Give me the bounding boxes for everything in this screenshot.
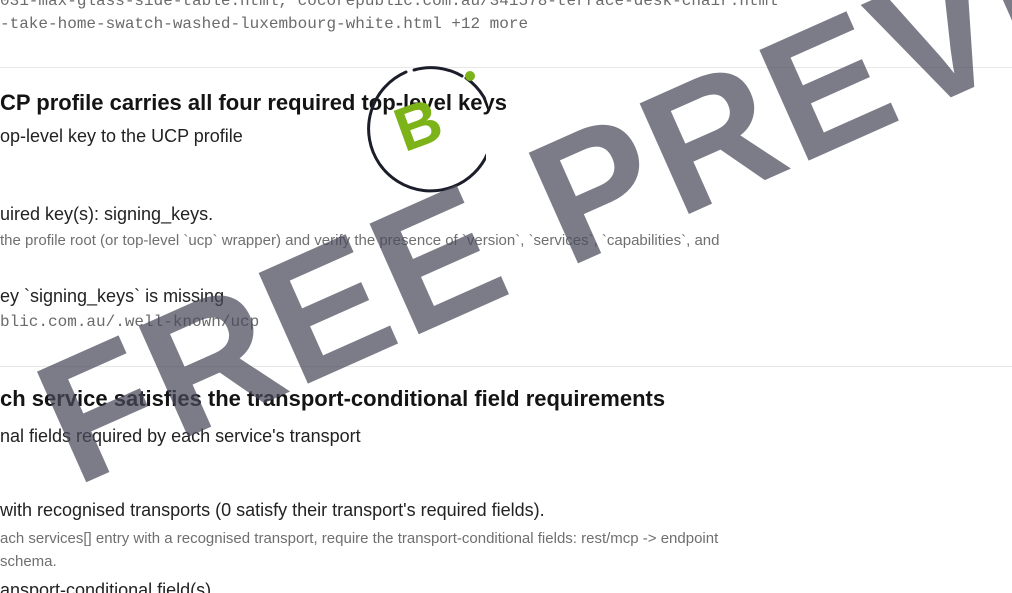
check-subtitle: op-level key to the UCP profile xyxy=(0,126,243,146)
check-method: ach services[] entry with a recognised t… xyxy=(0,530,719,547)
check-title: ch service satisfies the transport-condi… xyxy=(0,386,666,411)
check-subtitle: nal fields required by each service's tr… xyxy=(0,426,361,446)
check-url[interactable]: blic.com.au/.well-known/ucp xyxy=(0,313,259,331)
check-result: with recognised transports (0 satisfy th… xyxy=(0,500,545,520)
section-divider xyxy=(0,366,1012,367)
check-method: the profile root (or top-level `ucp` wra… xyxy=(0,232,720,249)
check-finding: ansport-conditional field(s) xyxy=(0,580,212,593)
check-finding: ey `signing_keys` is missing xyxy=(0,286,225,306)
checked-pages-line-1: 031-max-glass-side-table.html, cocorepub… xyxy=(0,0,778,10)
badge-accent-dot xyxy=(465,71,475,81)
section-divider xyxy=(0,67,1012,68)
checked-pages-line-2: -take-home-swatch-washed-luxembourg-whit… xyxy=(0,15,529,33)
check-method-continued: schema. xyxy=(0,553,57,570)
check-result: uired key(s): signing_keys. xyxy=(0,204,214,224)
